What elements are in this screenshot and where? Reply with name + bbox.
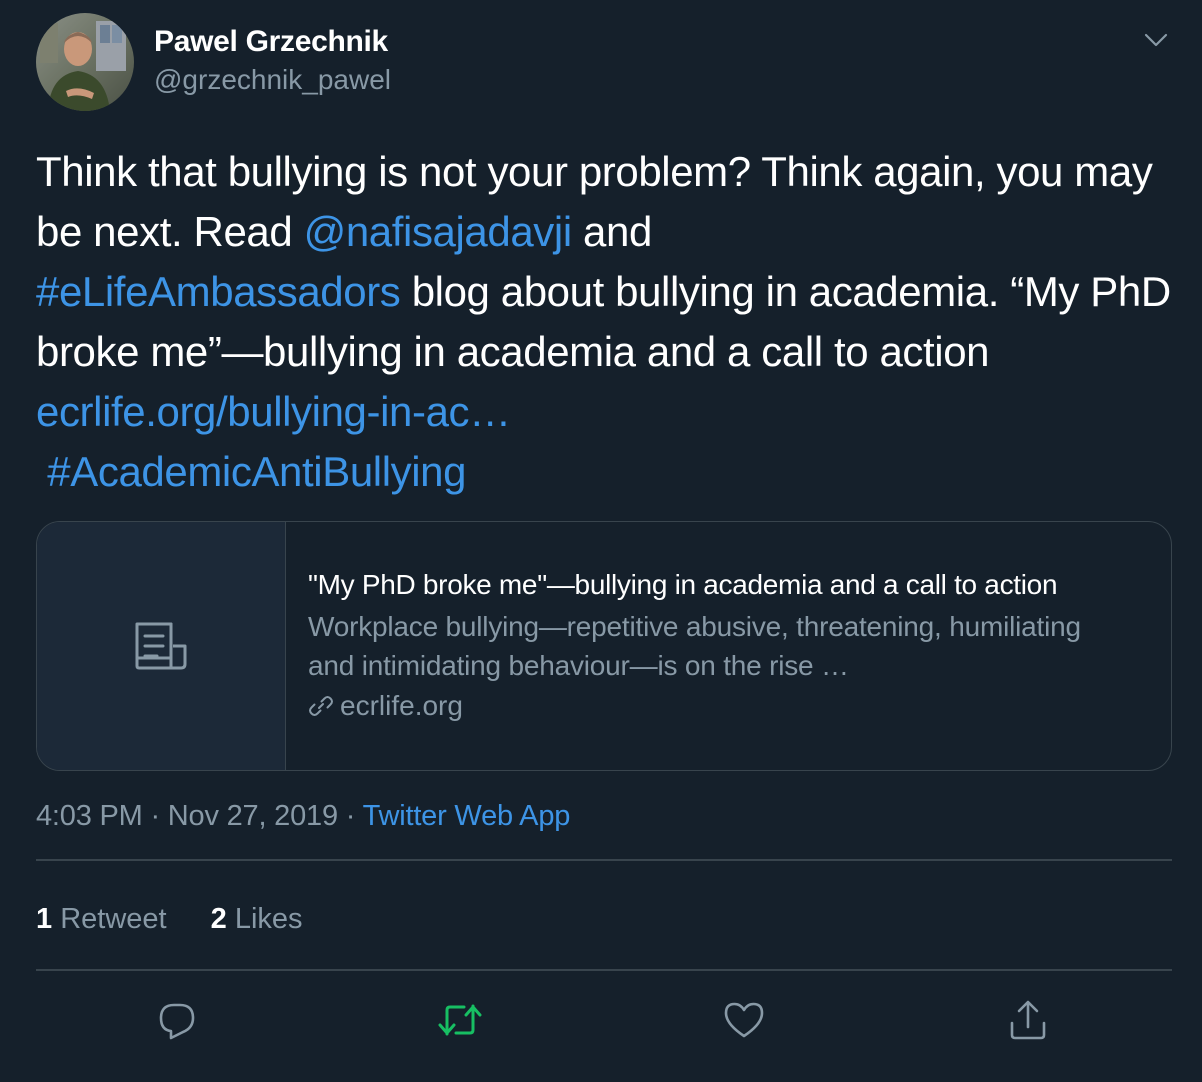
tweet-time[interactable]: 4:03 PM	[36, 800, 143, 832]
card-domain: ecrlife.org	[340, 690, 463, 721]
hashtag-link[interactable]: #eLifeAmbassadors	[36, 268, 401, 315]
link-preview-card[interactable]: "My PhD broke me"—bullying in academia a…	[36, 521, 1172, 771]
likes-label: Likes	[234, 903, 303, 935]
retweets-label: Retweet	[60, 903, 167, 935]
tweet: Pawel Grzechnik @grzechnik_pawel Think t…	[0, 0, 1202, 1082]
meta-separator: ·	[142, 800, 168, 832]
divider	[36, 969, 1172, 971]
link-icon	[309, 696, 333, 716]
tweet-metadata: 4:03 PM · Nov 27, 2019 · Twitter Web App	[36, 800, 570, 833]
like-icon[interactable]	[722, 998, 766, 1042]
card-description: Workplace bullying—repetitive abusive, t…	[308, 611, 1081, 681]
avatar[interactable]	[36, 13, 134, 111]
reply-icon[interactable]	[155, 998, 199, 1042]
source-app-link[interactable]: Twitter Web App	[363, 800, 571, 832]
card-thumbnail	[37, 522, 286, 770]
card-title: "My PhD broke me"—bullying in academia a…	[308, 569, 1058, 600]
tweet-text-segment: and	[571, 208, 652, 255]
meta-separator: ·	[337, 800, 363, 832]
mention-link[interactable]: @nafisajadavji	[304, 208, 573, 255]
tweet-text: Think that bullying is not your problem?…	[36, 142, 1176, 502]
likes-count: 2	[210, 903, 227, 935]
author-display-name[interactable]: Pawel Grzechnik	[154, 25, 388, 59]
chevron-down-icon[interactable]	[1142, 26, 1170, 54]
tweet-date[interactable]: Nov 27, 2019	[168, 800, 338, 832]
share-icon[interactable]	[1006, 998, 1050, 1042]
engagement-stats: 1 Retweet 2 Likes	[36, 903, 339, 936]
retweets-count: 1	[36, 903, 53, 935]
retweet-icon[interactable]	[438, 998, 482, 1042]
card-body: "My PhD broke me"—bullying in academia a…	[286, 522, 1171, 770]
author-handle[interactable]: @grzechnik_pawel	[154, 64, 391, 96]
hashtag-link[interactable]: #AcademicAntiBullying	[47, 448, 466, 495]
divider	[36, 859, 1172, 861]
retweets-stat[interactable]: 1 Retweet	[36, 903, 167, 935]
likes-stat[interactable]: 2 Likes	[211, 903, 303, 935]
article-icon	[135, 622, 187, 670]
url-link[interactable]: ecrlife.org/bullying-in-ac…	[36, 388, 511, 435]
card-domain-row: ecrlife.org	[308, 687, 1171, 725]
